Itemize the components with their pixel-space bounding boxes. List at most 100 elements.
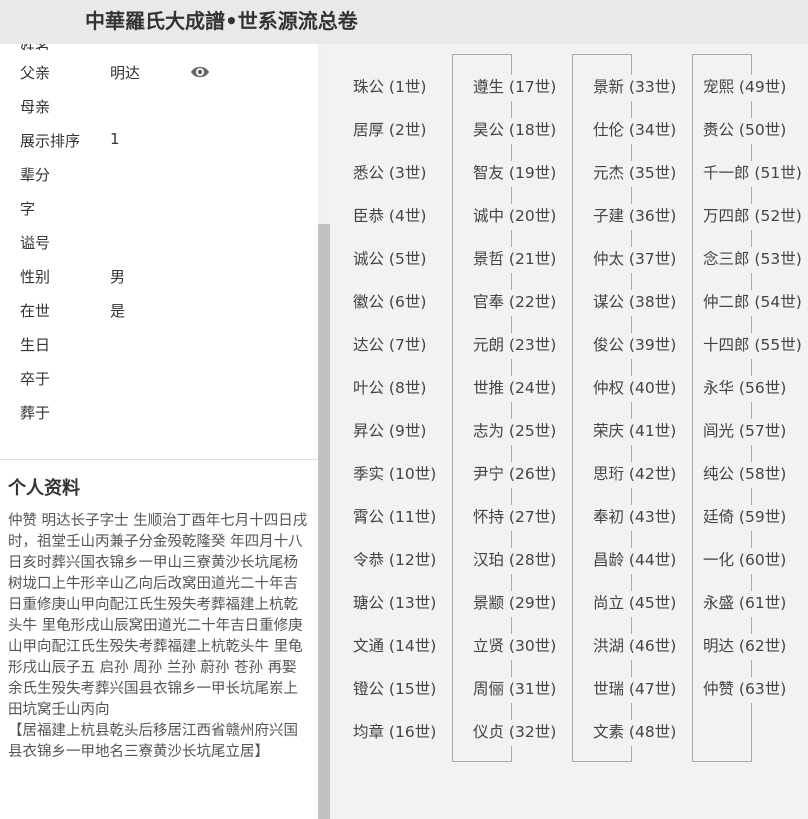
generation-node[interactable]: 文素 (48世): [590, 720, 680, 746]
generation-node[interactable]: 明达 (62世): [700, 634, 790, 660]
scrollbar-thumb[interactable]: [318, 224, 330, 819]
generation-node[interactable]: 智友 (19世): [470, 161, 560, 187]
generation-node[interactable]: 悉公 (3世): [350, 161, 430, 187]
field-row: 葬于: [0, 396, 318, 430]
generation-node[interactable]: 遵生 (17世): [470, 75, 560, 101]
generation-node[interactable]: 仲赞 (63世): [700, 677, 790, 703]
field-row: 在世 是: [0, 294, 318, 328]
generation-node[interactable]: 谋公 (38世): [590, 290, 680, 316]
generation-node[interactable]: 奉初 (43世): [590, 505, 680, 531]
generation-node[interactable]: 尚立 (45世): [590, 591, 680, 617]
generation-node[interactable]: 景哲 (21世): [470, 247, 560, 273]
scrollbar[interactable]: [318, 44, 330, 819]
partial-field-label: 姓名: [20, 44, 50, 50]
field-value: 1: [110, 130, 120, 148]
generation-node[interactable]: 臣恭 (4世): [350, 204, 430, 230]
generation-node[interactable]: 霄公 (11世): [350, 505, 440, 531]
section-divider: [0, 459, 318, 460]
generation-node[interactable]: 宠熙 (49世): [700, 75, 790, 101]
generation-node[interactable]: 季实 (10世): [350, 462, 440, 488]
field-value: 男: [110, 268, 126, 286]
field-label: 性别: [20, 268, 51, 286]
generation-node[interactable]: 俊公 (39世): [590, 333, 680, 359]
generation-node[interactable]: 洪湖 (46世): [590, 634, 680, 660]
generation-node[interactable]: 念三郎 (53世): [700, 247, 805, 273]
generation-node[interactable]: 千一郎 (51世): [700, 161, 805, 187]
field-value: 明达: [110, 64, 141, 82]
generation-node[interactable]: 珠公 (1世): [350, 75, 430, 101]
generation-node[interactable]: 一化 (60世): [700, 548, 790, 574]
eye-icon[interactable]: [190, 64, 210, 80]
generation-node[interactable]: 叶公 (8世): [350, 376, 430, 402]
field-value: 是: [110, 302, 126, 320]
generation-node[interactable]: 仕伦 (34世): [590, 118, 680, 144]
generation-node[interactable]: 镫公 (15世): [350, 677, 440, 703]
generation-node[interactable]: 元杰 (35世): [590, 161, 680, 187]
generation-node[interactable]: 荣庆 (41世): [590, 419, 680, 445]
field-label: 葬于: [20, 404, 51, 422]
generation-node[interactable]: 立贤 (30世): [470, 634, 560, 660]
generation-node[interactable]: 达公 (7世): [350, 333, 430, 359]
generation-node[interactable]: 昇公 (9世): [350, 419, 430, 445]
field-row: 辈分: [0, 158, 318, 192]
generation-node[interactable]: 仲二郎 (54世): [700, 290, 805, 316]
generation-node[interactable]: 永华 (56世): [700, 376, 790, 402]
generation-node[interactable]: 均章 (16世): [350, 720, 440, 746]
generation-node[interactable]: 世瑞 (47世): [590, 677, 680, 703]
generation-node[interactable]: 永盛 (61世): [700, 591, 790, 617]
generation-node[interactable]: 徽公 (6世): [350, 290, 430, 316]
field-row: 生日: [0, 328, 318, 362]
generation-node[interactable]: 怀持 (27世): [470, 505, 560, 531]
field-label: 母亲: [20, 98, 51, 116]
generation-node[interactable]: 居厚 (2世): [350, 118, 430, 144]
generation-node[interactable]: 诚公 (5世): [350, 247, 430, 273]
generation-node[interactable]: 仲太 (37世): [590, 247, 680, 273]
field-row: 母亲: [0, 90, 318, 124]
generation-node[interactable]: 景颛 (29世): [470, 591, 560, 617]
generation-node[interactable]: 廷倚 (59世): [700, 505, 790, 531]
field-label: 谥号: [20, 234, 51, 252]
field-row: 父亲 明达: [0, 56, 318, 90]
profile-panel: 姓名 仲贽 父亲明达母亲展示排序1辈分字谥号性别男在世是生日卒于葬于 个人资料 …: [0, 44, 318, 819]
generation-node[interactable]: 仲权 (40世): [590, 376, 680, 402]
generation-node[interactable]: 昊公 (18世): [470, 118, 560, 144]
field-label: 卒于: [20, 370, 51, 388]
generation-node[interactable]: 元朗 (23世): [470, 333, 560, 359]
generation-node[interactable]: 子建 (36世): [590, 204, 680, 230]
generation-node[interactable]: 官奉 (22世): [470, 290, 560, 316]
generation-node[interactable]: 纯公 (58世): [700, 462, 790, 488]
generation-node[interactable]: 令恭 (12世): [350, 548, 440, 574]
generation-node[interactable]: 周俪 (31世): [470, 677, 560, 703]
field-label: 辈分: [20, 166, 51, 184]
lineage-tree: 珠公 (1世) 居厚 (2世) 悉公 (3世) 臣恭 (4世) 诚公 (5世) 徽公 (6…: [330, 44, 808, 819]
header-bar: 中華羅氏大成譜•世系源流总卷: [0, 0, 808, 44]
generation-node[interactable]: 昌龄 (44世): [590, 548, 680, 574]
field-label: 生日: [20, 336, 51, 354]
generation-node[interactable]: 诚中 (20世): [470, 204, 560, 230]
bio-text: 仲赞 明达长子字士 生顺治丁酉年七月十四日戌时，祖堂壬山丙兼子分金殁乾隆癸 年四…: [8, 513, 308, 760]
generation-node[interactable]: 万四郎 (52世): [700, 204, 805, 230]
field-row: 谥号: [0, 226, 318, 260]
field-row: 展示排序 1: [0, 124, 318, 158]
generation-node[interactable]: 赉公 (50世): [700, 118, 790, 144]
generation-node[interactable]: 志为 (25世): [470, 419, 560, 445]
generation-node[interactable]: 景新 (33世): [590, 75, 680, 101]
page-title: 中華羅氏大成譜•世系源流总卷: [85, 9, 358, 33]
generation-node[interactable]: 十四郎 (55世): [700, 333, 805, 359]
field-row: 字: [0, 192, 318, 226]
field-label: 父亲: [20, 64, 51, 82]
field-label: 在世: [20, 302, 51, 320]
field-label: 展示排序: [20, 132, 81, 150]
generation-node[interactable]: 闾光 (57世): [700, 419, 790, 445]
generation-node[interactable]: 文通 (14世): [350, 634, 440, 660]
generation-node[interactable]: 瑭公 (13世): [350, 591, 440, 617]
section-title: 个人资料: [8, 478, 80, 499]
field-row: 卒于: [0, 362, 318, 396]
field-label: 字: [20, 200, 36, 218]
generation-node[interactable]: 尹宁 (26世): [470, 462, 560, 488]
generation-node[interactable]: 世推 (24世): [470, 376, 560, 402]
generation-node[interactable]: 汉珀 (28世): [470, 548, 560, 574]
generation-node[interactable]: 仪贞 (32世): [470, 720, 560, 746]
generation-node[interactable]: 思珩 (42世): [590, 462, 680, 488]
partial-field-row: 姓名 仲贽: [20, 44, 50, 50]
